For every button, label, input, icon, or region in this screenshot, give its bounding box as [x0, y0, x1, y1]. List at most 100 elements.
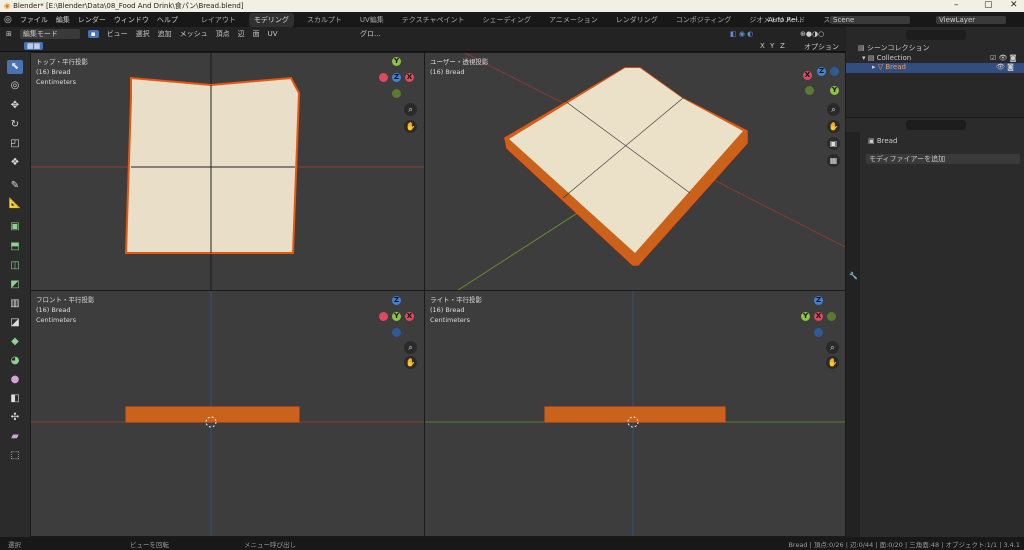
measure-tool-icon[interactable]: 📐	[7, 197, 23, 211]
inset-tool-icon[interactable]: ◫	[7, 259, 23, 273]
tab-sculpt[interactable]: スカルプト	[302, 13, 347, 27]
gizmo-z-neg-icon[interactable]	[830, 67, 839, 76]
properties-search-input[interactable]	[906, 120, 966, 130]
gizmo-z-neg-icon[interactable]	[392, 328, 401, 337]
gizmo-y-neg-icon[interactable]	[392, 89, 401, 98]
select-tool-icon[interactable]: ⬉	[7, 60, 23, 74]
pan-hand-icon[interactable]: ✋	[827, 120, 840, 133]
rotate-tool-icon[interactable]: ↻	[7, 118, 23, 132]
mirror-y-button[interactable]: Y	[770, 42, 774, 50]
tab-modeling[interactable]: モデリング	[248, 12, 294, 27]
options-dropdown[interactable]: オプション	[804, 42, 839, 52]
transform-orientation[interactable]: グロ...	[360, 29, 381, 39]
scene-collection-item[interactable]: ▤ シーンコレクション	[858, 43, 930, 53]
zoom-icon[interactable]: ⌕	[404, 103, 417, 116]
overlay-icon[interactable]: ◧ ◉ ◐	[730, 30, 753, 38]
zoom-icon[interactable]: ⌕	[404, 341, 417, 354]
blender-menu-icon[interactable]: ◎	[4, 15, 12, 25]
extrude-tool-icon[interactable]: ⬒	[7, 240, 23, 254]
quad-view-icon[interactable]: ▦▦	[24, 42, 44, 50]
zoom-icon[interactable]: ⌕	[827, 103, 840, 116]
loop-cut-tool-icon[interactable]: ▥	[7, 297, 23, 311]
viewport-right[interactable]: ライト・平行投影 (16) Bread Centimeters Z Y X ⌕ …	[424, 290, 846, 537]
viewport-front[interactable]: フロント・平行投影 (16) Bread Centimeters Z Y X ⌕…	[30, 290, 425, 537]
gizmo-z-icon[interactable]: Z	[814, 296, 823, 305]
gizmo-z-neg-icon[interactable]	[814, 328, 823, 337]
smooth-tool-icon[interactable]: ●	[7, 373, 23, 387]
edge-slide-tool-icon[interactable]: ◧	[7, 392, 23, 406]
menu-file[interactable]: ファイル	[20, 15, 48, 25]
gizmo-x-icon[interactable]: X	[814, 312, 823, 321]
menu-vertex[interactable]: 頂点	[216, 29, 230, 39]
tab-rendering[interactable]: レンダリング	[611, 13, 663, 27]
outliner-search-input[interactable]	[906, 30, 966, 40]
menu-uv[interactable]: UV	[268, 30, 278, 38]
scene-selector[interactable]: Scene	[830, 15, 910, 24]
camera-icon[interactable]: ▣	[827, 137, 840, 150]
tab-layout[interactable]: レイアウト	[196, 13, 241, 27]
menu-help[interactable]: ヘルプ	[157, 15, 178, 25]
spin-tool-icon[interactable]: ◕	[7, 354, 23, 368]
annotate-tool-icon[interactable]: ✎	[7, 179, 23, 193]
menu-view[interactable]: ビュー	[107, 29, 128, 39]
transform-tool-icon[interactable]: ❖	[7, 156, 23, 170]
shading-mode-icons[interactable]: ⊕●◑○	[800, 30, 824, 38]
shrink-tool-icon[interactable]: ✣	[7, 411, 23, 425]
shear-tool-icon[interactable]: ▰	[7, 430, 23, 444]
rip-tool-icon[interactable]: ⬚	[7, 449, 23, 463]
gizmo-y-icon[interactable]: Y	[830, 86, 839, 95]
maximize-button[interactable]: ▢	[984, 0, 993, 10]
close-button[interactable]: ✕	[1010, 0, 1018, 10]
editor-type-icon[interactable]: ⊞	[6, 30, 12, 38]
mode-selector[interactable]: 編集モード	[19, 28, 80, 39]
menu-add[interactable]: 追加	[158, 29, 172, 39]
gizmo-x-neg-icon[interactable]	[379, 312, 388, 321]
auto-render-toggle[interactable]: Auto Rel...	[768, 16, 804, 24]
add-modifier-dropdown[interactable]: モディファイアーを追加	[866, 154, 1020, 164]
menu-render[interactable]: レンダー	[78, 15, 106, 25]
gizmo-z-icon[interactable]: Z	[817, 67, 826, 76]
viewport-user[interactable]: ユーザー・透視投影 (16) Bread Z X Y ⌕ ✋ ▣ ▦	[424, 52, 846, 291]
grid-icon[interactable]: ▦	[827, 154, 840, 167]
gizmo-y-icon[interactable]: Y	[392, 312, 401, 321]
gizmo-y-icon[interactable]: Y	[392, 57, 401, 66]
gizmo-y-icon[interactable]: Y	[801, 312, 810, 321]
gizmo-x-icon[interactable]: X	[803, 71, 812, 80]
cursor-tool-icon[interactable]: ◎	[7, 79, 23, 93]
pan-hand-icon[interactable]: ✋	[404, 120, 417, 133]
menu-edge[interactable]: 辺	[238, 29, 245, 39]
minimize-button[interactable]: –	[954, 0, 959, 10]
menu-window[interactable]: ウィンドウ	[114, 15, 149, 25]
gizmo-y-neg-icon[interactable]	[827, 312, 836, 321]
tab-animation[interactable]: アニメーション	[544, 13, 603, 27]
tab-shading[interactable]: シェーディング	[478, 13, 537, 27]
gizmo-z-icon[interactable]: Z	[392, 73, 401, 82]
menu-face[interactable]: 面	[253, 29, 260, 39]
bread-object-item[interactable]: ▸ ▽ Bread 👁 ◙	[846, 63, 1024, 73]
viewport-top[interactable]: トップ・平行投影 (16) Bread Centimeters Y Z X ⌕ …	[30, 52, 425, 291]
gizmo-x-icon[interactable]: X	[405, 312, 414, 321]
gizmo-x-neg-icon[interactable]	[379, 73, 388, 82]
poly-build-tool-icon[interactable]: ◆	[7, 335, 23, 349]
add-cube-tool-icon[interactable]: ▣	[7, 220, 23, 234]
move-tool-icon[interactable]: ✥	[7, 99, 23, 113]
menu-mesh[interactable]: メッシュ	[180, 29, 208, 39]
tab-uv[interactable]: UV編集	[355, 13, 389, 27]
zoom-icon[interactable]: ⌕	[826, 341, 839, 354]
menu-select[interactable]: 選択	[136, 29, 150, 39]
gizmo-z-icon[interactable]: Z	[392, 296, 401, 305]
menu-edit[interactable]: 編集	[56, 15, 70, 25]
modifier-tab-icon[interactable]: 🔧	[846, 272, 860, 280]
pan-hand-icon[interactable]: ✋	[404, 356, 417, 369]
bevel-tool-icon[interactable]: ◩	[7, 278, 23, 292]
gizmo-x-icon[interactable]: X	[405, 73, 414, 82]
collection-item[interactable]: ▾ ▤ Collection ☑ 👁 ◙	[862, 54, 1022, 62]
tab-texture-paint[interactable]: テクスチャペイント	[397, 13, 470, 27]
mirror-z-button[interactable]: Z	[780, 42, 785, 50]
mirror-x-button[interactable]: X	[760, 42, 765, 50]
vertex-select-button[interactable]: ▪	[87, 29, 99, 38]
tab-compositing[interactable]: コンポジティング	[671, 13, 737, 27]
viewlayer-selector[interactable]: ViewLayer	[936, 15, 1006, 24]
gizmo-y-neg-icon[interactable]	[805, 86, 814, 95]
knife-tool-icon[interactable]: ◪	[7, 316, 23, 330]
